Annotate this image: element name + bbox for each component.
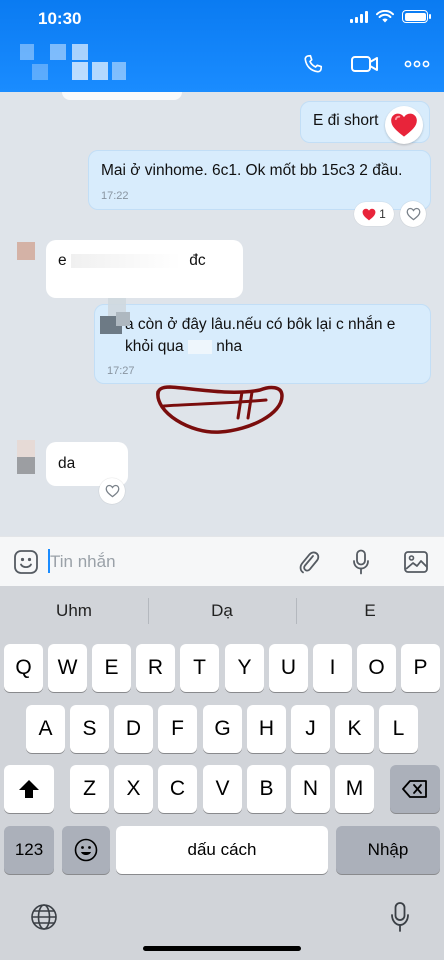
message-text: Mai ở vinhome. 6c1. Ok mốt bb 15c3 2 đầu… [101, 162, 403, 179]
key-d[interactable]: D [114, 705, 153, 753]
sender-avatar[interactable] [17, 242, 35, 260]
scrolled-bubble-edge [62, 92, 182, 100]
header-actions [298, 50, 432, 78]
key-k[interactable]: K [335, 705, 374, 753]
key-t[interactable]: T [180, 644, 219, 692]
key-h[interactable]: H [247, 705, 286, 753]
message-text-line1: a còn ở đây lâu.nếu có bôk lại c nhắn e [125, 316, 396, 333]
status-time: 10:30 [38, 9, 82, 28]
home-indicator[interactable] [143, 946, 301, 951]
key-l[interactable]: L [379, 705, 418, 753]
space-key[interactable]: dấu cách [116, 826, 328, 874]
key-c[interactable]: C [158, 765, 197, 813]
heart-small-icon [362, 208, 376, 220]
backspace-key[interactable] [390, 765, 440, 813]
suggestion-1[interactable]: Uhm [0, 601, 148, 621]
key-z[interactable]: Z [70, 765, 109, 813]
redacted-text [70, 253, 181, 268]
key-f[interactable]: F [158, 705, 197, 753]
message-bubble-sent[interactable]: a còn ở đây lâu.nếu có bôk lại c nhắn e … [94, 304, 431, 384]
heart-reaction-icon [385, 106, 423, 144]
reaction-count: 1 [379, 207, 386, 221]
key-m[interactable]: M [335, 765, 374, 813]
message-text-line2b: nha [216, 338, 243, 355]
contact-name-blurred[interactable] [20, 44, 132, 84]
key-q[interactable]: Q [4, 644, 43, 692]
key-e[interactable]: E [92, 644, 131, 692]
key-j[interactable]: J [291, 705, 330, 753]
message-text-start: e [58, 252, 67, 269]
sender-avatar[interactable] [17, 440, 35, 474]
suggestion-2[interactable]: Dạ [148, 601, 296, 621]
react-heart-button[interactable] [99, 478, 125, 504]
dictation-mic-icon[interactable] [386, 899, 414, 935]
video-call-icon[interactable] [350, 50, 380, 78]
key-w[interactable]: W [48, 644, 87, 692]
wifi-icon [376, 10, 394, 23]
shift-key[interactable] [4, 765, 54, 813]
key-n[interactable]: N [291, 765, 330, 813]
redacted-text [187, 339, 212, 354]
cellular-signal-icon [350, 10, 368, 23]
key-b[interactable]: B [247, 765, 286, 813]
more-options-icon[interactable] [402, 50, 432, 78]
message-composer [0, 536, 444, 586]
message-bubble-sent[interactable]: Mai ở vinhome. 6c1. Ok mốt bb 15c3 2 đầu… [88, 150, 431, 210]
on-screen-keyboard: Uhm Dạ E Q W E R T Y U I O P A S D F G H… [0, 586, 444, 960]
key-i[interactable]: I [313, 644, 352, 692]
key-p[interactable]: P [401, 644, 440, 692]
react-heart-button[interactable] [400, 201, 426, 227]
globe-icon[interactable] [28, 901, 60, 933]
key-o[interactable]: O [357, 644, 396, 692]
suggestion-3[interactable]: E [296, 601, 444, 621]
message-timestamp: 17:27 [107, 365, 135, 377]
emoji-key[interactable] [62, 826, 110, 874]
key-u[interactable]: U [269, 644, 308, 692]
phone-icon[interactable] [298, 50, 328, 78]
reaction-count-badge[interactable]: 1 [354, 202, 394, 226]
chat-header: 10:30 [0, 0, 444, 92]
status-icons [350, 10, 431, 23]
message-text-end: đc [189, 252, 206, 269]
image-gallery-icon[interactable] [402, 548, 430, 576]
shift-arrow-icon [19, 780, 39, 798]
key-a[interactable]: A [26, 705, 65, 753]
message-bubble-received[interactable]: e đc [46, 240, 243, 298]
message-input[interactable] [50, 550, 270, 574]
attachment-icon[interactable] [295, 548, 323, 576]
heart-outline-icon [105, 484, 119, 498]
sticker-emoji-icon[interactable] [12, 548, 40, 576]
return-key[interactable]: Nhập [336, 826, 440, 874]
key-v[interactable]: V [203, 765, 242, 813]
microphone-icon[interactable] [347, 548, 375, 576]
key-r[interactable]: R [136, 644, 175, 692]
key-y[interactable]: Y [225, 644, 264, 692]
key-s[interactable]: S [70, 705, 109, 753]
handwritten-scribble [156, 385, 284, 434]
message-text: da [58, 455, 76, 472]
message-list[interactable]: E đi short Mai ở vinhome. 6c1. Ok mốt bb… [0, 92, 444, 536]
redaction-blocks [100, 292, 140, 348]
message-text: E đi short [313, 112, 379, 129]
key-x[interactable]: X [114, 765, 153, 813]
emoji-icon [74, 838, 98, 862]
heart-outline-icon [406, 207, 420, 221]
backspace-icon [402, 780, 427, 798]
key-g[interactable]: G [203, 705, 242, 753]
battery-icon [402, 10, 431, 23]
numbers-key[interactable]: 123 [4, 826, 54, 874]
